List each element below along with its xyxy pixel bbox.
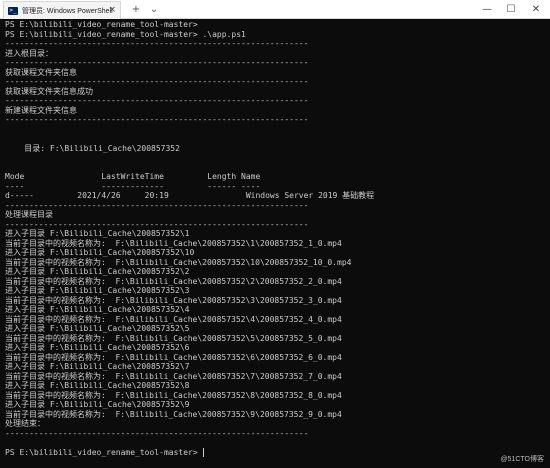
console-line: 当前子目录中的视频名称为: F:\Bilibili_Cache\20085735…: [5, 409, 342, 419]
powershell-icon: >_: [8, 6, 18, 15]
console-line: ----------------------------------------…: [5, 115, 309, 124]
console-line: 进入子目录 F:\Bilibili_Cache\200857352\9: [5, 400, 190, 409]
new-tab-button[interactable]: +: [128, 1, 144, 18]
text-cursor: [203, 447, 205, 457]
console-line: ----------------------------------------…: [5, 219, 309, 229]
console-line: 进入子目录 F:\Bilibili_Cache\200857352\8: [5, 381, 190, 390]
minimize-button[interactable]: —: [476, 0, 498, 19]
console-line: 当前子目录中的视频名称为: F:\Bilibili_Cache\20085735…: [5, 276, 342, 286]
console-line: 处理课程目录: [5, 210, 53, 219]
console-line: 进入子目录 F:\Bilibili_Cache\200857352\7: [5, 362, 190, 371]
console-line: ----------------------------------------…: [5, 58, 309, 67]
console-line: ----------------------------------------…: [5, 428, 309, 438]
console-line: 当前子目录中的视频名称为: F:\Bilibili_Cache\20085735…: [5, 238, 342, 248]
console-line: 当前子目录中的视频名称为: F:\Bilibili_Cache\20085735…: [5, 390, 342, 400]
console-line: 当前子目录中的视频名称为: F:\Bilibili_Cache\20085735…: [5, 352, 342, 362]
console-line: 进入子目录 F:\Bilibili_Cache\200857352\6: [5, 343, 190, 352]
console-line: 目录: F:\Bilibili_Cache\200857352: [5, 143, 180, 153]
console-line: 当前子目录中的视频名称为: F:\Bilibili_Cache\20085735…: [5, 333, 342, 343]
console-line: PS E:\bilibili_video_rename_tool-master>: [5, 20, 198, 29]
console-line: d----- 2021/4/26 20:19 Windows Server 20…: [5, 191, 375, 200]
console-line: ----------------------------------------…: [5, 96, 309, 105]
console-line: 当前子目录中的视频名称为: F:\Bilibili_Cache\20085735…: [5, 257, 352, 267]
console-line: 新建课程文件夹信息: [5, 105, 77, 115]
tab-dropdown-button[interactable]: ⌄: [146, 1, 162, 18]
console-line: 进入子目录 F:\Bilibili_Cache\200857352\1: [5, 229, 190, 238]
console-line: 当前子目录中的视频名称为: F:\Bilibili_Cache\20085735…: [5, 314, 342, 324]
title-bar: >_ 管理员: Windows PowerShell × + ⌄ — ☐ ✕: [0, 0, 550, 19]
console-line: 进入子目录 F:\Bilibili_Cache\200857352\10: [5, 248, 195, 257]
close-button[interactable]: ✕: [525, 0, 547, 19]
tab-powershell[interactable]: >_ 管理员: Windows PowerShell ×: [3, 1, 121, 19]
console-line: 进入子目录 F:\Bilibili_Cache\200857352\3: [5, 286, 190, 295]
console-line: PS E:\bilibili_video_rename_tool-master>…: [5, 29, 246, 39]
console-line: ----------------------------------------…: [5, 77, 309, 86]
console-line: 处理结束：: [5, 419, 45, 428]
console-line: 进入子目录 F:\Bilibili_Cache\200857352\2: [5, 267, 190, 276]
console-line: 获取课程文件夹信息: [5, 67, 77, 77]
console-line: 进入根目录：: [5, 48, 53, 58]
console-line: ---- ------------- ------ ----: [5, 181, 261, 191]
watermark: @51CTO博客: [500, 456, 544, 463]
console-line: 当前子目录中的视频名称为: F:\Bilibili_Cache\20085735…: [5, 371, 342, 381]
console-line: 获取课程文件夹信息成功: [5, 86, 93, 96]
prompt-line: PS E:\bilibili_video_rename_tool-master>: [5, 447, 205, 458]
console-line: Mode LastWriteTime Length Name: [5, 172, 261, 181]
console-line: 进入子目录 F:\Bilibili_Cache\200857352\5: [5, 324, 190, 333]
console-line: ----------------------------------------…: [5, 39, 309, 48]
console-output[interactable]: PS E:\bilibili_video_rename_tool-master>…: [0, 20, 550, 468]
tab-title: 管理员: Windows PowerShell: [22, 7, 113, 15]
console-line: 当前子目录中的视频名称为: F:\Bilibili_Cache\20085735…: [5, 295, 342, 305]
maximize-button[interactable]: ☐: [500, 0, 522, 19]
tab-close-icon[interactable]: ×: [108, 4, 116, 16]
console-line: 进入子目录 F:\Bilibili_Cache\200857352\4: [5, 305, 190, 314]
console-line: ----------------------------------------…: [5, 200, 309, 210]
